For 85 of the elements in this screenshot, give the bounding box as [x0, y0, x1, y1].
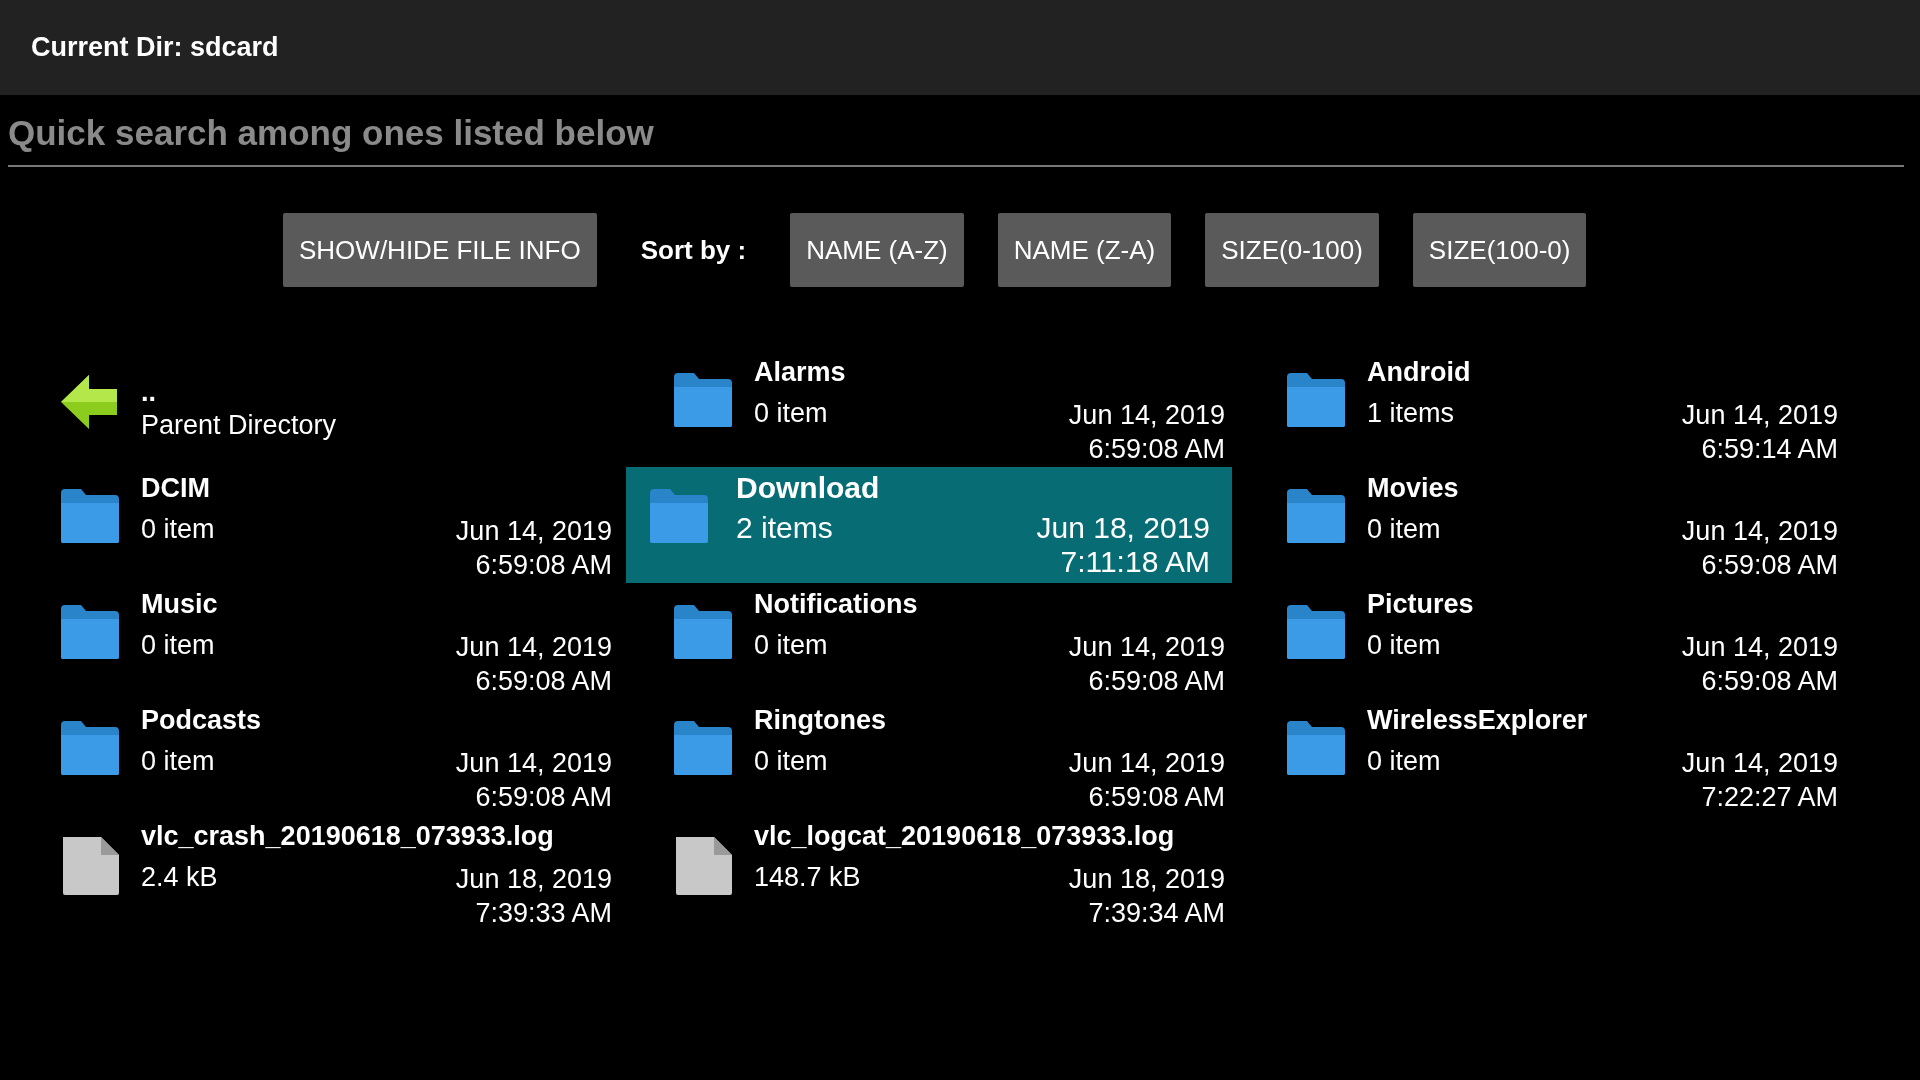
item-detail: 0 item [1367, 514, 1441, 546]
folder-icon [59, 719, 121, 777]
folder-list-item[interactable]: Download 2 items Jun 18, 2019 7:11:18 AM [626, 467, 1232, 583]
item-name: .. [141, 377, 157, 408]
item-name: vlc_crash_20190618_073933.log [141, 821, 555, 852]
item-date: Jun 14, 2019 [1068, 399, 1225, 432]
sort-button[interactable]: SIZE(0-100) [1205, 213, 1379, 287]
sort-label: Sort by : [640, 234, 747, 266]
item-date: Jun 18, 2019 [1068, 863, 1225, 896]
item-detail: 2.4 kB [141, 862, 218, 894]
item-detail: 0 item [141, 630, 215, 662]
item-time: 6:59:08 AM [474, 549, 612, 582]
item-time: 6:59:08 AM [1700, 665, 1838, 698]
folder-icon [672, 719, 734, 777]
folder-icon [1285, 371, 1347, 429]
folder-icon [59, 487, 121, 545]
folder-list-item[interactable]: DCIM 0 item Jun 14, 2019 6:59:08 AM [59, 467, 612, 583]
item-time: 7:11:18 AM [1059, 545, 1210, 579]
item-detail: 0 item [754, 746, 828, 778]
folder-icon [672, 603, 734, 661]
file-info-toggle-button[interactable]: SHOW/HIDE FILE INFO [283, 213, 597, 287]
sort-button[interactable]: SIZE(100-0) [1412, 213, 1587, 287]
folder-list-item[interactable]: Pictures 0 item Jun 14, 2019 6:59:08 AM [1285, 583, 1838, 699]
item-name: WirelessExplorer [1367, 705, 1589, 736]
item-detail: 2 items [736, 511, 833, 546]
item-name: Notifications [754, 589, 919, 620]
file-list-item[interactable]: vlc_crash_20190618_073933.log 2.4 kB Jun 18, 2019 7:39:33 AM [59, 815, 612, 931]
item-time: 6:59:08 AM [1087, 781, 1225, 814]
folder-list-item[interactable]: Android 1 items Jun 14, 2019 6:59:14 AM [1285, 351, 1838, 467]
folder-icon [59, 603, 121, 661]
file-list-item[interactable]: vlc_logcat_20190618_073933.log 148.7 kB Jun 18, 2019 7:39:34 AM [672, 815, 1225, 931]
folder-list-item[interactable]: Alarms 0 item Jun 14, 2019 6:59:08 AM [672, 351, 1225, 467]
folder-list-item[interactable]: .. Parent Directory [59, 351, 612, 467]
current-directory-title: Current Dir: sdcard [31, 32, 279, 63]
item-name: Pictures [1367, 589, 1475, 620]
item-time: 6:59:08 AM [1087, 433, 1225, 466]
item-time: 7:39:33 AM [474, 897, 612, 930]
item-date: Jun 18, 2019 [1036, 511, 1210, 545]
item-name: Alarms [754, 357, 847, 388]
item-date: Jun 14, 2019 [1681, 399, 1838, 432]
item-name: Download [736, 471, 881, 505]
item-detail: 0 item [141, 514, 215, 546]
item-time: 6:59:14 AM [1700, 433, 1838, 466]
item-detail: 0 item [1367, 746, 1441, 778]
item-name: Android [1367, 357, 1472, 388]
item-detail: 148.7 kB [754, 862, 861, 894]
folder-icon [1285, 487, 1347, 545]
sort-button[interactable]: NAME (A-Z) [790, 213, 964, 287]
folder-icon [1285, 603, 1347, 661]
item-date: Jun 14, 2019 [1068, 631, 1225, 664]
item-date: Jun 18, 2019 [455, 863, 612, 896]
item-date: Jun 14, 2019 [455, 515, 612, 548]
item-name: vlc_logcat_20190618_073933.log [754, 821, 1176, 852]
item-date: Jun 14, 2019 [1681, 515, 1838, 548]
item-date: Jun 14, 2019 [1681, 631, 1838, 664]
folder-list-item[interactable]: Music 0 item Jun 14, 2019 6:59:08 AM [59, 583, 612, 699]
folder-icon [1285, 719, 1347, 777]
item-name: Ringtones [754, 705, 887, 736]
item-name: Podcasts [141, 705, 263, 736]
item-date: Jun 14, 2019 [455, 631, 612, 664]
sort-button[interactable]: NAME (Z-A) [997, 213, 1172, 287]
item-detail: 1 items [1367, 398, 1455, 430]
item-detail: 0 item [1367, 630, 1441, 662]
item-time: 6:59:08 AM [474, 665, 612, 698]
item-name: DCIM [141, 473, 211, 504]
folder-icon [672, 371, 734, 429]
item-date: Jun 14, 2019 [455, 747, 612, 780]
folder-icon [648, 487, 710, 545]
item-detail: 0 item [754, 630, 828, 662]
search-field[interactable]: Quick search among ones listed below [8, 103, 1904, 167]
folder-list-item[interactable]: Movies 0 item Jun 14, 2019 6:59:08 AM [1285, 467, 1838, 583]
item-time: 7:22:27 AM [1700, 781, 1838, 814]
item-detail: 0 item [141, 746, 215, 778]
item-detail: 0 item [754, 398, 828, 430]
item-time: 6:59:08 AM [1087, 665, 1225, 698]
item-detail: Parent Directory [141, 410, 337, 441]
item-time: 7:39:34 AM [1087, 897, 1225, 930]
folder-list-item[interactable]: Notifications 0 item Jun 14, 2019 6:59:08 AM [672, 583, 1225, 699]
item-time: 6:59:08 AM [1700, 549, 1838, 582]
item-name: Movies [1367, 473, 1460, 504]
item-date: Jun 14, 2019 [1681, 747, 1838, 780]
item-time: 6:59:08 AM [474, 781, 612, 814]
folder-list-item[interactable]: WirelessExplorer 0 item Jun 14, 2019 7:22:27 AM [1285, 699, 1838, 815]
item-date: Jun 14, 2019 [1068, 747, 1225, 780]
item-name: Music [141, 589, 219, 620]
